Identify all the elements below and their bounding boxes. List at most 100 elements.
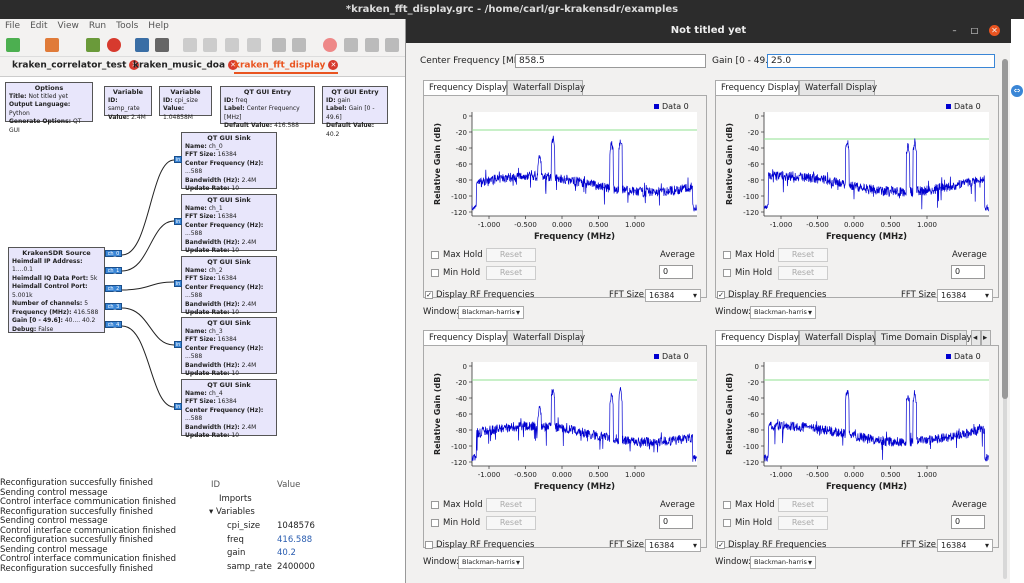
- tab-scroll-right-icon[interactable]: ▸: [981, 330, 991, 346]
- variable-value[interactable]: 416.588: [277, 535, 312, 545]
- variable-value[interactable]: 40.2: [277, 548, 296, 558]
- tab-frequency-display[interactable]: Frequency Display: [423, 330, 507, 346]
- fft-plot[interactable]: 0 -20 -40 -60 -80 -100 -120 -1.000 -0.500 0.000 0.…: [716, 96, 998, 246]
- paste-icon[interactable]: [225, 38, 239, 52]
- min-hold-reset-button[interactable]: Reset: [486, 516, 536, 530]
- fft-plot[interactable]: 0 -20 -40 -60 -80 -100 -120 -1.000 -0.500 0.000 0.…: [424, 346, 706, 496]
- average-spinbox[interactable]: 0: [659, 265, 693, 279]
- copy-icon[interactable]: [203, 38, 217, 52]
- sink-input-port[interactable]: in: [174, 341, 182, 348]
- sink-input-port[interactable]: in: [174, 280, 182, 287]
- side-app-icon[interactable]: ⇔: [1011, 85, 1023, 97]
- new-file-icon[interactable]: [6, 38, 20, 52]
- max-hold-checkbox[interactable]: [431, 251, 439, 259]
- average-spinbox[interactable]: 0: [951, 515, 985, 529]
- source-output-port-1[interactable]: ch_1: [105, 267, 122, 274]
- qt-gui-sink-block-3[interactable]: QT GUI Sink Name: ch_3 FFT Size: 16384 Cent…: [181, 317, 277, 377]
- menu-help[interactable]: Help: [143, 19, 174, 33]
- min-hold-reset-button[interactable]: Reset: [486, 266, 536, 280]
- display-rf-checkbox[interactable]: ✓: [425, 291, 433, 299]
- edit-icon[interactable]: [135, 38, 149, 52]
- variable-name[interactable]: samp_rate: [227, 562, 272, 572]
- variable-name[interactable]: freq: [227, 535, 244, 545]
- center-frequency-input[interactable]: 858.5: [515, 54, 706, 68]
- max-hold-checkbox[interactable]: [431, 501, 439, 509]
- min-hold-reset-button[interactable]: Reset: [778, 516, 828, 530]
- cut-icon[interactable]: [183, 38, 197, 52]
- min-hold-reset-button[interactable]: Reset: [778, 266, 828, 280]
- fft-size-dropdown[interactable]: 16384: [645, 289, 701, 302]
- menu-tools[interactable]: Tools: [111, 19, 143, 33]
- variable-name[interactable]: cpi_size: [227, 521, 260, 531]
- scrollbar[interactable]: [1001, 59, 1009, 579]
- tab-waterfall-display[interactable]: Waterfall Display: [507, 80, 585, 96]
- sink-input-port[interactable]: in: [174, 218, 182, 225]
- imports-item[interactable]: Imports: [219, 494, 252, 504]
- window-dropdown[interactable]: Blackman-harris: [458, 556, 524, 569]
- print-icon[interactable]: [155, 38, 169, 52]
- tab-kraken-correlator-test[interactable]: kraken_correlator_test ✕: [12, 60, 140, 71]
- close-tab-icon[interactable]: ✕: [328, 60, 339, 70]
- krakensdr-source-block[interactable]: KrakenSDR Source Heimdall IP Address: 1.…: [8, 247, 105, 333]
- window-dropdown[interactable]: Blackman-harris: [750, 556, 816, 569]
- disable-icon[interactable]: [323, 38, 337, 52]
- fft-size-dropdown[interactable]: 16384: [645, 539, 701, 552]
- qt-gui-sink-block-4[interactable]: QT GUI Sink Name: ch_4 FFT Size: 16384 Cent…: [181, 379, 277, 439]
- tab-waterfall-display[interactable]: Waterfall Display: [799, 330, 877, 346]
- tab-waterfall-display[interactable]: Waterfall Display: [799, 80, 877, 96]
- window-dropdown[interactable]: Blackman-harris: [750, 306, 816, 319]
- menu-edit[interactable]: Edit: [25, 19, 52, 33]
- qt-gui-sink-block-0[interactable]: QT GUI Sink Name: ch_0 FFT Size: 16384 Cent…: [181, 132, 277, 192]
- redo-icon[interactable]: [292, 38, 306, 52]
- tab-waterfall-display[interactable]: Waterfall Display: [507, 330, 585, 346]
- variable-name[interactable]: gain: [227, 548, 245, 558]
- fft-size-dropdown[interactable]: 16384: [937, 289, 993, 302]
- tab-time-domain-display[interactable]: Time Domain Display: [875, 330, 972, 346]
- source-output-port-0[interactable]: ch_0: [105, 250, 122, 257]
- variable-block-samp-rate[interactable]: Variable ID: samp_rate Value: 2.4M: [104, 86, 152, 121]
- variable-value[interactable]: 2400000: [277, 562, 315, 572]
- max-hold-reset-button[interactable]: Reset: [778, 498, 828, 512]
- tab-kraken-music-doa[interactable]: kraken_music_doa ✕: [133, 60, 239, 71]
- generate-icon[interactable]: [344, 38, 358, 52]
- tab-scroll-left-icon[interactable]: ◂: [971, 330, 981, 346]
- min-hold-checkbox[interactable]: [723, 519, 731, 527]
- flowgraph-canvas[interactable]: Options Title: Not titled yet Output Lan…: [0, 77, 410, 477]
- sink-input-port[interactable]: in: [174, 156, 182, 163]
- close-window-icon[interactable]: ✕: [989, 25, 1000, 36]
- variable-value[interactable]: 1048576: [277, 521, 315, 531]
- display-rf-checkbox[interactable]: ✓: [717, 541, 725, 549]
- tab-kraken-fft-display[interactable]: kraken_fft_display ✕: [234, 60, 339, 74]
- fft-plot[interactable]: 0 -20 -40 -60 -80 -100 -120 -1.000 -0.500 0.000 0.…: [716, 346, 998, 496]
- max-hold-checkbox[interactable]: [723, 501, 731, 509]
- entry-block-freq[interactable]: QT GUI Entry ID: freq Label: Center Freq…: [220, 86, 315, 129]
- scrollbar-thumb[interactable]: [1002, 59, 1008, 399]
- run-icon[interactable]: [365, 38, 379, 52]
- qt-gui-sink-block-1[interactable]: QT GUI Sink Name: ch_1 FFT Size: 16384 Cent…: [181, 194, 277, 254]
- menu-file[interactable]: File: [0, 19, 25, 33]
- options-block[interactable]: Options Title: Not titled yet Output Lan…: [5, 82, 93, 134]
- min-hold-checkbox[interactable]: [431, 519, 439, 527]
- window-dropdown[interactable]: Blackman-harris: [458, 306, 524, 319]
- tab-frequency-display[interactable]: Frequency Display: [423, 80, 507, 96]
- gain-input[interactable]: 25.0: [767, 54, 995, 68]
- max-hold-reset-button[interactable]: Reset: [778, 248, 828, 262]
- variables-expander[interactable]: ▾ Variables: [209, 507, 255, 517]
- menu-view[interactable]: View: [53, 19, 84, 33]
- qt-gui-sink-block-2[interactable]: QT GUI Sink Name: ch_2 FFT Size: 16384 Cent…: [181, 256, 277, 316]
- average-spinbox[interactable]: 0: [659, 515, 693, 529]
- entry-block-gain[interactable]: QT GUI Entry ID: gain Label: Gain [0 - 4…: [322, 86, 388, 138]
- source-output-port-2[interactable]: ch_2: [105, 285, 122, 292]
- source-output-port-4[interactable]: ch_4: [105, 321, 122, 328]
- min-hold-checkbox[interactable]: [431, 269, 439, 277]
- delete-icon[interactable]: [247, 38, 261, 52]
- menu-run[interactable]: Run: [84, 19, 111, 33]
- variable-block-cpi-size[interactable]: Variable ID: cpi_size Value: 1.04858M: [159, 86, 212, 121]
- max-hold-reset-button[interactable]: Reset: [486, 498, 536, 512]
- max-hold-reset-button[interactable]: Reset: [486, 248, 536, 262]
- close-icon[interactable]: [107, 38, 121, 52]
- display-rf-checkbox[interactable]: ✓: [717, 291, 725, 299]
- tab-frequency-display[interactable]: Frequency Display: [715, 330, 799, 346]
- open-folder-icon[interactable]: [45, 38, 59, 52]
- stop-icon[interactable]: [385, 38, 399, 52]
